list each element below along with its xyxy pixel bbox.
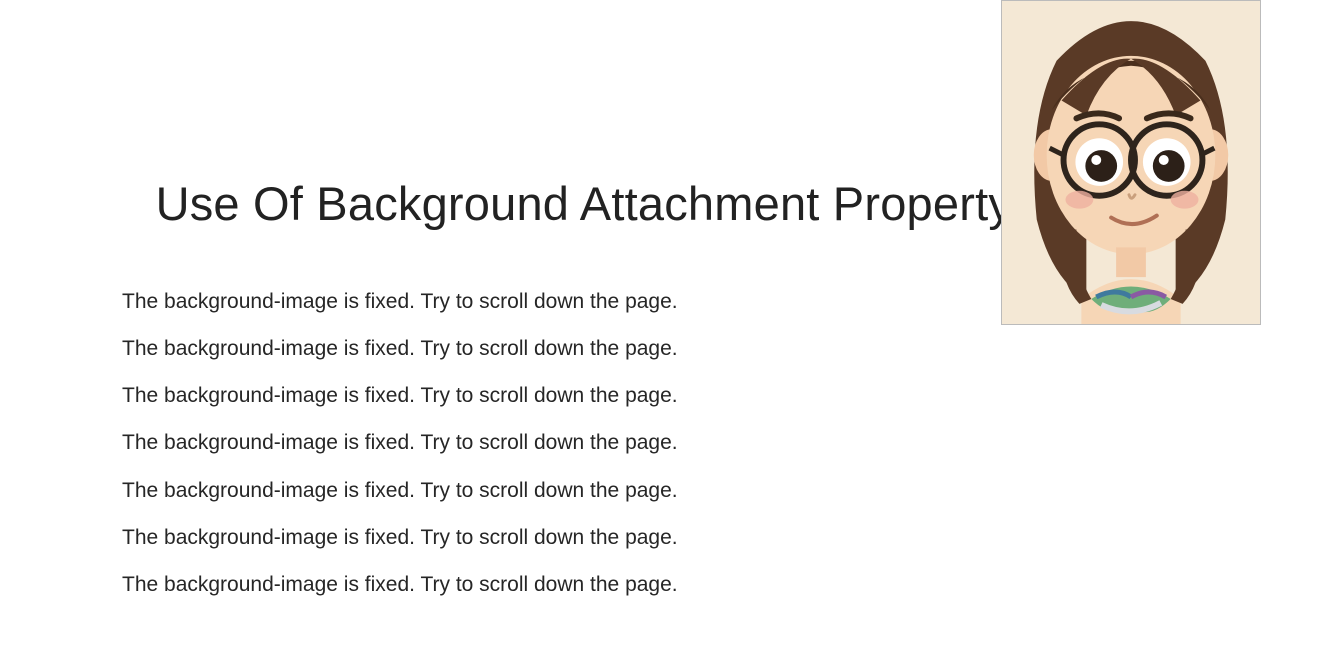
paragraph: The background-image is fixed. Try to sc… bbox=[122, 525, 1331, 550]
paragraph: The background-image is fixed. Try to sc… bbox=[122, 478, 1331, 503]
paragraph-list: The background-image is fixed. Try to sc… bbox=[122, 289, 1331, 597]
paragraph: The background-image is fixed. Try to sc… bbox=[122, 336, 1331, 361]
paragraph: The background-image is fixed. Try to sc… bbox=[122, 383, 1331, 408]
page-root: Use Of Background Attachment Property In… bbox=[0, 0, 1331, 647]
paragraph: The background-image is fixed. Try to sc… bbox=[122, 572, 1331, 597]
paragraph: The background-image is fixed. Try to sc… bbox=[122, 430, 1331, 455]
cartoon-girl-icon bbox=[1002, 1, 1260, 324]
background-image-fixed bbox=[1001, 0, 1261, 325]
